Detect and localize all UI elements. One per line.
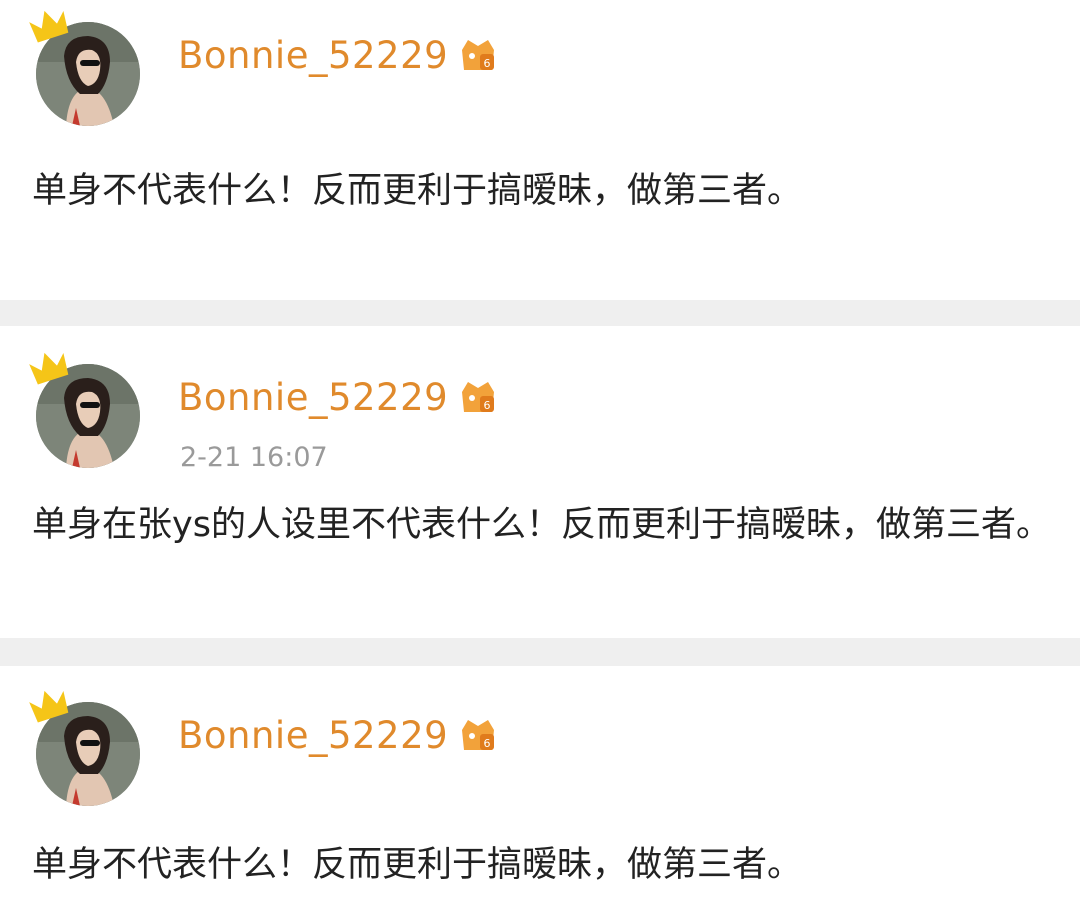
avatar-wrap[interactable] [28, 688, 148, 808]
comment-text: 单身不代表什么！反而更利于搞暧昧，做第三者。 [32, 845, 803, 885]
vip-badge-icon: 6 [462, 40, 495, 70]
svg-text:6: 6 [484, 57, 491, 70]
username[interactable]: Bonnie_52229 [178, 714, 448, 757]
weibo-comment-feed: Bonnie_52229 6 单身不代表什么！反而更利于搞暧昧，做第三者。 Bo… [0, 0, 1080, 906]
timestamp: 2-21 16:07 [180, 442, 328, 473]
crown-icon [29, 10, 69, 43]
crown-icon [29, 352, 69, 385]
username[interactable]: Bonnie_52229 [178, 34, 448, 77]
username-row: Bonnie_52229 6 [178, 30, 498, 80]
username-row: Bonnie_52229 6 [178, 372, 498, 422]
comment-text: 单身不代表什么！反而更利于搞暧昧，做第三者。 [32, 171, 803, 211]
divider [0, 300, 1080, 326]
avatar-wrap[interactable] [28, 8, 148, 128]
username[interactable]: Bonnie_52229 [178, 376, 448, 419]
comment-post-1: Bonnie_52229 6 单身不代表什么！反而更利于搞暧昧，做第三者。 [0, 0, 1080, 300]
comment-post-2: Bonnie_52229 6 2-21 16:07 单身在张ys的人设里不代表什… [0, 326, 1080, 638]
vip-badge-icon: 6 [462, 720, 495, 750]
username-row: Bonnie_52229 6 [178, 710, 498, 760]
comment-text: 单身在张ys的人设里不代表什么！反而更利于搞暧昧，做第三者。 [32, 505, 1051, 545]
divider [0, 638, 1080, 666]
comment-post-3: Bonnie_52229 6 单身不代表什么！反而更利于搞暧昧，做第三者。 [0, 666, 1080, 906]
vip-badge-icon: 6 [462, 382, 495, 412]
svg-text:6: 6 [484, 399, 491, 412]
crown-icon [29, 690, 69, 723]
svg-text:6: 6 [484, 737, 491, 750]
avatar-wrap[interactable] [28, 350, 148, 470]
